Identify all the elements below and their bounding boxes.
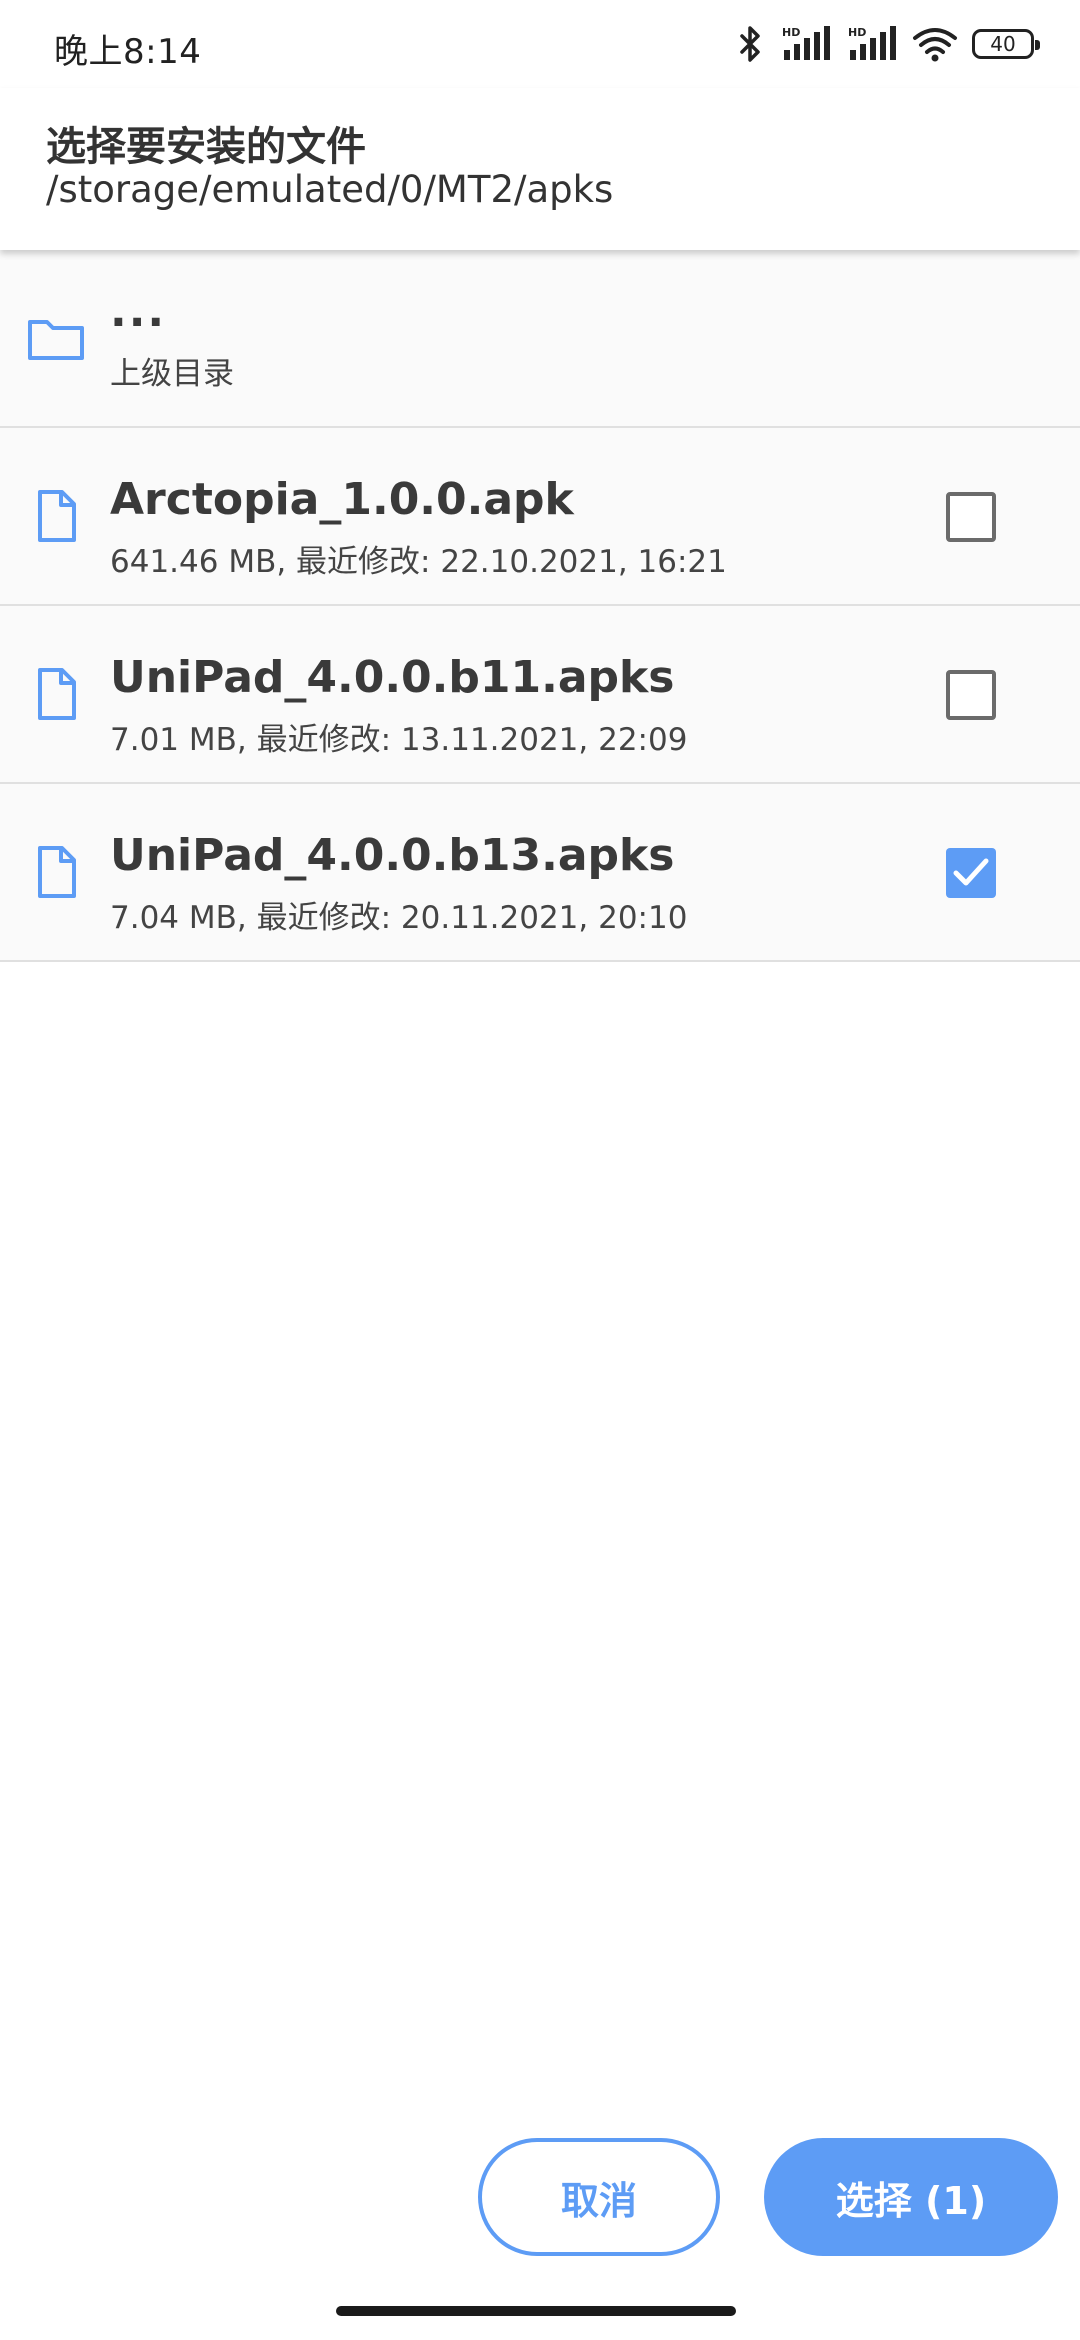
parent-directory-row[interactable]: ... 上级目录 (0, 250, 1080, 428)
folder-icon (26, 308, 86, 368)
cancel-button[interactable]: 取消 (478, 2138, 720, 2256)
file-icon (26, 842, 86, 902)
file-icon (26, 486, 86, 546)
file-meta: 641.46 MB, 最近修改: 22.10.2021, 16:21 (110, 544, 727, 580)
checkmark-icon (953, 858, 989, 886)
file-row[interactable]: UniPad_4.0.0.b13.apks 7.04 MB, 最近修改: 20.… (0, 784, 1080, 962)
file-name: UniPad_4.0.0.b13.apks (110, 830, 675, 881)
wifi-icon (912, 24, 958, 64)
file-list: ... 上级目录 Arctopia_1.0.0.apk 641.46 MB, 最… (0, 250, 1080, 962)
status-time: 晚上8:14 (54, 32, 202, 72)
svg-text:HD: HD (782, 26, 800, 39)
file-name: UniPad_4.0.0.b11.apks (110, 652, 675, 703)
file-row[interactable]: Arctopia_1.0.0.apk 641.46 MB, 最近修改: 22.1… (0, 428, 1080, 606)
battery-level: 40 (990, 32, 1016, 56)
parent-directory-label: 上级目录 (110, 356, 234, 392)
header: 选择要安装的文件 /storage/emulated/0/MT2/apks (0, 88, 1080, 250)
page-title: 选择要安装的文件 (46, 124, 366, 170)
file-meta: 7.01 MB, 最近修改: 13.11.2021, 22:09 (110, 722, 688, 758)
parent-directory-name: ... (110, 286, 167, 337)
file-icon (26, 664, 86, 724)
file-name: Arctopia_1.0.0.apk (110, 474, 574, 525)
hd-signal-icon: HD (780, 24, 832, 64)
hd-signal-icon: HD (846, 24, 898, 64)
file-row[interactable]: UniPad_4.0.0.b11.apks 7.01 MB, 最近修改: 13.… (0, 606, 1080, 784)
file-checkbox[interactable] (946, 670, 996, 720)
current-path: /storage/emulated/0/MT2/apks (46, 168, 614, 211)
file-checkbox[interactable] (946, 492, 996, 542)
svg-text:HD: HD (848, 26, 866, 39)
home-indicator[interactable] (336, 2306, 736, 2316)
bluetooth-icon (736, 24, 766, 64)
battery-icon: 40 (972, 29, 1040, 59)
file-meta: 7.04 MB, 最近修改: 20.11.2021, 20:10 (110, 900, 688, 936)
status-bar: 晚上8:14 HD HD 40 (0, 0, 1080, 88)
select-button[interactable]: 选择 (1) (764, 2138, 1058, 2256)
file-checkbox-checked[interactable] (946, 848, 996, 898)
status-icons: HD HD 40 (736, 20, 1040, 68)
